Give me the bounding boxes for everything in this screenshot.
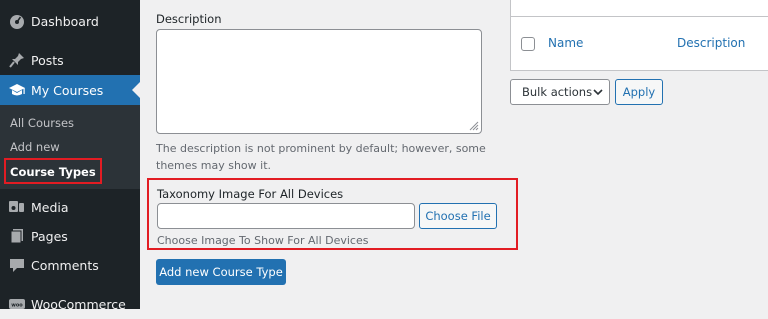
menu-label-media: Media: [31, 199, 69, 215]
bulk-actions-value: Bulk actions: [522, 85, 593, 99]
svg-text:woo: woo: [11, 303, 23, 309]
apply-label: Apply: [622, 85, 656, 99]
resize-grip-icon[interactable]: [469, 121, 479, 131]
description-help-line2: themes may show it.: [156, 159, 272, 172]
bulk-actions-select[interactable]: Bulk actions: [510, 79, 610, 105]
media-icon: [9, 201, 24, 212]
menu-label-my-courses: My Courses: [31, 82, 104, 98]
woo-icon: woo: [9, 299, 25, 309]
menu-item-pages[interactable]: Pages: [0, 221, 140, 251]
menu-item-my-courses[interactable]: My Courses: [0, 75, 140, 105]
column-header-name[interactable]: Name: [548, 36, 583, 50]
course-types-highlight: [4, 158, 102, 184]
column-header-description[interactable]: Description: [677, 36, 745, 50]
choose-file-button[interactable]: Choose File: [419, 203, 497, 229]
choose-file-label: Choose File: [425, 209, 491, 223]
menu-item-dashboard[interactable]: Dashboard: [0, 6, 140, 36]
menu-item-woocommerce[interactable]: woo WooCommerce: [0, 289, 140, 319]
submenu-item-add-new[interactable]: Add new: [10, 140, 60, 154]
dashboard-icon: [10, 15, 24, 29]
submenu-item-all-courses[interactable]: All Courses: [10, 116, 74, 130]
graduation-cap-icon: [9, 84, 25, 96]
terms-table: Name Description: [510, 0, 768, 71]
admin-sidebar: Dashboard Posts My Courses All Courses A…: [0, 0, 140, 312]
select-all-checkbox[interactable]: [521, 37, 535, 51]
menu-label-pages: Pages: [31, 228, 68, 244]
taxonomy-image-input[interactable]: [157, 203, 415, 229]
comments-icon: [10, 259, 24, 272]
add-course-type-button[interactable]: Add new Course Type: [156, 259, 286, 285]
menu-item-posts[interactable]: Posts: [0, 45, 140, 75]
menu-label-dashboard: Dashboard: [31, 13, 99, 29]
description-label: Description: [156, 12, 222, 26]
table-top-row: [510, 0, 768, 17]
description-textarea[interactable]: [156, 29, 482, 134]
taxonomy-image-help: Choose Image To Show For All Devices: [157, 234, 369, 247]
description-help-line1: The description is not prominent by defa…: [156, 142, 486, 155]
menu-label-comments: Comments: [31, 257, 99, 273]
pages-icon: [10, 229, 23, 244]
menu-item-media[interactable]: Media: [0, 192, 140, 222]
menu-label-posts: Posts: [31, 52, 64, 68]
menu-item-comments[interactable]: Comments: [0, 250, 140, 280]
apply-button[interactable]: Apply: [615, 79, 663, 105]
taxonomy-image-label: Taxonomy Image For All Devices: [157, 187, 344, 201]
add-course-type-label: Add new Course Type: [159, 265, 283, 279]
chevron-down-icon: [593, 89, 603, 96]
table-header-row: Name Description: [510, 17, 768, 71]
active-indicator: [132, 82, 140, 98]
menu-label-woocommerce: WooCommerce: [31, 296, 126, 312]
pin-icon: [9, 53, 24, 68]
